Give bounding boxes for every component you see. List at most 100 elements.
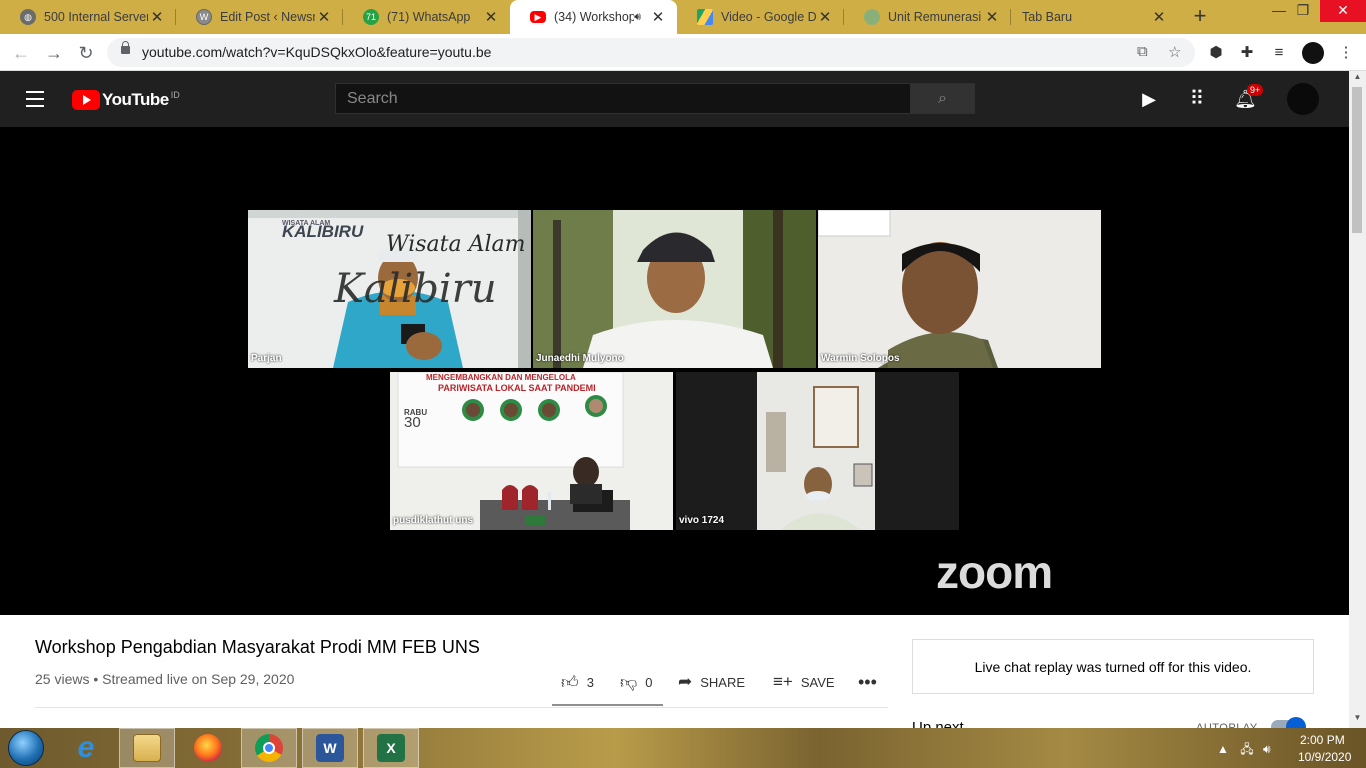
lock-icon[interactable] <box>121 41 130 54</box>
create-video-icon[interactable]: ▶︎ <box>1138 88 1160 110</box>
close-tab-icon[interactable]: ✕ <box>482 8 500 26</box>
search-button[interactable]: ⌕ <box>910 83 975 114</box>
stream-date: Streamed live on Sep 29, 2020 <box>102 671 295 687</box>
participant-name: Warmin Solopos <box>821 353 900 364</box>
chrome-menu-icon[interactable]: ⋮ <box>1336 43 1356 63</box>
menu-icon[interactable] <box>26 91 46 107</box>
browser-tab[interactable]: Video - Google Dri ✕ <box>677 0 844 34</box>
clock-date[interactable]: 10/9/2020 <box>1298 750 1351 764</box>
participant-tile: Junaedhi Mulyono <box>533 210 816 368</box>
participant-tile: MENGEMBANGKAN DAN MENGELOLA PARIWISATA L… <box>390 372 673 530</box>
show-hidden-icons-icon[interactable]: ▲ <box>1217 742 1229 756</box>
close-tab-icon[interactable]: ✕ <box>148 8 166 26</box>
participant-name: pusdiklathut uns <box>393 515 473 526</box>
close-tab-icon[interactable]: ✕ <box>816 8 834 26</box>
meta-separator: • <box>93 671 103 687</box>
scroll-up-icon[interactable]: ▲ <box>1349 72 1366 86</box>
search-icon: ⌕ <box>938 90 947 107</box>
volume-icon[interactable]: 🔊︎ <box>1263 742 1271 756</box>
taskbar-app[interactable] <box>180 728 236 768</box>
excel-icon: X <box>377 734 405 762</box>
close-tab-icon[interactable]: ✕ <box>1150 8 1168 26</box>
close-tab-icon[interactable]: ✕ <box>649 8 667 26</box>
address-bar[interactable]: youtube.com/watch?v=KquDSQkxOlo&feature=… <box>107 38 1195 67</box>
apps-grid-icon[interactable]: ⠿ <box>1186 88 1208 110</box>
scrollbar-thumb[interactable] <box>1352 87 1362 233</box>
search-input[interactable] <box>336 84 910 113</box>
more-horizontal-icon: ••• <box>858 671 877 692</box>
youtube-logo[interactable]: YouTube ID <box>72 90 180 110</box>
forward-button[interactable]: → <box>41 40 67 66</box>
video-title: Workshop Pengabdian Masyarakat Prodi MM … <box>35 637 480 657</box>
participant-name: vivo 1724 <box>679 515 725 526</box>
thumbs-up-icon: 👍︎ <box>561 672 579 692</box>
extensions-puzzle-icon[interactable]: ✚ <box>1237 43 1257 63</box>
profile-avatar[interactable] <box>1302 42 1324 64</box>
participant-video <box>533 210 816 368</box>
page-scrollbar[interactable]: ▲ ▼ <box>1349 71 1366 728</box>
browser-tab-active[interactable]: ▶ (34) Workshop 🔊︎ ✕ <box>510 0 677 34</box>
video-player[interactable]: WISATA ALAM KALIBIRU Wisata Alam Kalibir… <box>0 127 1349 615</box>
extension-cube-icon[interactable]: ⬢ <box>1206 43 1226 63</box>
file-explorer-icon <box>133 734 161 762</box>
view-count: 25 views <box>35 671 90 687</box>
back-button[interactable]: ← <box>8 40 34 66</box>
thumbs-down-icon: 👎︎ <box>620 672 638 692</box>
site-icon <box>864 9 880 25</box>
account-avatar[interactable] <box>1287 83 1319 115</box>
windows-taskbar: e W X ▲ 🖧 🔊︎ <box>0 728 1366 768</box>
share-arrow-icon: ➦ <box>678 672 693 691</box>
participant-name: Junaedhi Mulyono <box>536 353 624 364</box>
chrome-icon <box>255 734 283 762</box>
reload-button[interactable]: ↻ <box>73 40 99 66</box>
participant-video <box>676 372 959 530</box>
participant-tile: Warmin Solopos <box>818 210 1101 368</box>
participant-tile: WISATA ALAM KALIBIRU Wisata Alam Kalibir… <box>248 210 531 368</box>
participant-video <box>390 372 673 530</box>
taskbar-app[interactable]: X <box>363 728 419 768</box>
taskbar-app[interactable]: W <box>302 728 358 768</box>
network-icon[interactable]: 🖧 <box>1240 742 1253 756</box>
youtube-icon: ▶ <box>530 11 546 23</box>
browser-tab[interactable]: W Edit Post ‹ Newsroo ✕ <box>176 0 343 34</box>
new-tab-button[interactable]: + <box>1188 4 1212 28</box>
clock-time[interactable]: 2:00 PM <box>1300 733 1345 747</box>
browser-tab[interactable]: Unit Remunerasi ✕ <box>844 0 1011 34</box>
participant-name: Parjan <box>251 353 282 364</box>
taskbar-app[interactable]: e <box>58 728 114 768</box>
url-text[interactable]: youtube.com/watch?v=KquDSQkxOlo&feature=… <box>142 44 491 60</box>
bookmark-star-icon[interactable]: ☆ <box>1168 43 1181 61</box>
media-control-icon[interactable]: ≡ <box>1269 43 1289 63</box>
taskbar-app[interactable] <box>119 728 175 768</box>
close-tab-icon[interactable]: ✕ <box>315 8 333 26</box>
taskbar-app[interactable] <box>241 728 297 768</box>
like-button[interactable]: 👍︎ 3 <box>561 671 594 693</box>
word-icon: W <box>316 734 344 762</box>
video-meta: 25 views • Streamed live on Sep 29, 2020 <box>35 671 294 687</box>
youtube-play-icon <box>72 90 100 110</box>
more-actions-button[interactable]: ••• <box>858 671 877 693</box>
browser-tab[interactable]: ◍ 500 Internal Server ✕ <box>0 0 176 34</box>
save-button[interactable]: ≡+ SAVE <box>773 671 835 693</box>
share-button[interactable]: ➦ SHARE <box>678 671 745 693</box>
browser-toolbar: ← → ↻ youtube.com/watch?v=KquDSQkxOlo&fe… <box>0 34 1366 71</box>
sentiment-bar <box>552 704 663 706</box>
translate-icon[interactable]: ⧉ <box>1137 43 1148 60</box>
dislike-button[interactable]: 👎︎ 0 <box>620 671 653 693</box>
browser-tab[interactable]: Tab Baru ✕ <box>1011 0 1178 34</box>
globe-icon: ◍ <box>20 9 36 25</box>
start-button[interactable] <box>8 730 44 766</box>
zoom-watermark: zoom <box>936 546 1053 598</box>
system-tray[interactable]: ▲ 🖧 🔊︎ <box>1217 740 1271 761</box>
search-box[interactable] <box>335 83 911 114</box>
participant-tile: vivo 1724 <box>676 372 959 530</box>
firefox-icon <box>194 734 222 762</box>
browser-tab[interactable]: 71 (71) WhatsApp ✕ <box>343 0 510 34</box>
close-window-button[interactable]: ✕ <box>1320 0 1366 22</box>
close-tab-icon[interactable]: ✕ <box>983 8 1001 26</box>
scroll-down-icon[interactable]: ▼ <box>1349 713 1366 727</box>
speaker-icon[interactable]: 🔊︎ <box>634 11 641 24</box>
participant-video <box>818 210 1101 368</box>
live-chat-notice: Live chat replay was turned off for this… <box>912 639 1314 694</box>
notification-badge: 9+ <box>1247 84 1264 96</box>
